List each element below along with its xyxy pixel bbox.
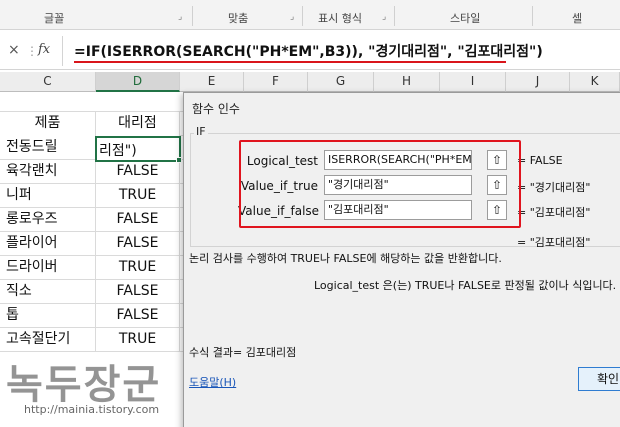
value-if-false-label: Value_if_false xyxy=(238,204,320,218)
formula-bar: × ⋮ fx =IF(ISERROR(SEARCH("PH*EM",B3)), … xyxy=(0,32,620,70)
ribbon-separator xyxy=(192,6,193,26)
function-description: 논리 검사를 수행하여 TRUE나 FALSE에 해당하는 값을 반환합니다. xyxy=(189,252,502,265)
agency-cell[interactable]: FALSE xyxy=(96,208,180,232)
column-header-f[interactable]: F xyxy=(244,72,308,92)
column-header-j[interactable]: J xyxy=(506,72,570,92)
table-row: 플라이어 FALSE xyxy=(0,232,183,256)
blank-row[interactable] xyxy=(0,92,183,112)
logical-test-result: = FALSE xyxy=(517,154,563,167)
help-link[interactable]: 도움말(H) xyxy=(189,374,236,390)
cancel-icon[interactable]: × xyxy=(8,42,20,58)
font-dialog-launcher-icon[interactable]: ⌟ xyxy=(178,12,182,22)
value-if-true-label: Value_if_true xyxy=(240,179,318,193)
ribbon-group-labels: 글꼴 ⌟ 맞춤 ⌟ 표시 형식 ⌟ 스타일 셀 xyxy=(0,0,620,30)
number-dialog-launcher-icon[interactable]: ⌟ xyxy=(382,12,386,22)
table-header-row: 제품 대리점 xyxy=(0,112,183,136)
column-header-h[interactable]: H xyxy=(374,72,440,92)
watermark-url: http://mainia.tistory.com xyxy=(24,403,160,416)
product-cell[interactable]: 플라이어 xyxy=(0,232,96,256)
product-cell[interactable]: 드라이버 xyxy=(0,256,96,280)
table-row: 고속절단기 TRUE xyxy=(0,328,183,352)
overall-result: = "김포대리점" xyxy=(517,236,591,249)
agency-cell[interactable]: FALSE xyxy=(96,160,180,184)
table-row: 톱 FALSE xyxy=(0,304,183,328)
collapse-dialog-icon[interactable]: ⇧ xyxy=(487,200,507,220)
ribbon-group-alignment: 맞춤 xyxy=(228,12,249,25)
table-row: 니퍼 TRUE xyxy=(0,184,183,208)
column-header-g[interactable]: G xyxy=(308,72,374,92)
formula-bar-divider xyxy=(62,36,63,66)
ribbon-group-number: 표시 형식 xyxy=(318,12,362,25)
fill-handle[interactable] xyxy=(176,157,182,163)
ribbon-separator xyxy=(394,6,395,26)
table-row: 롱로우즈 FALSE xyxy=(0,208,183,232)
collapse-dialog-icon[interactable]: ⇧ xyxy=(487,175,507,195)
product-cell[interactable]: 육각랜치 xyxy=(0,160,96,184)
product-cell[interactable]: 롱로우즈 xyxy=(0,208,96,232)
column-header-k[interactable]: K xyxy=(570,72,620,92)
header-cell-product[interactable]: 제품 xyxy=(0,112,96,136)
column-header-i[interactable]: I xyxy=(440,72,506,92)
value-if-true-input[interactable]: "경기대리점" xyxy=(324,175,472,195)
function-arguments-dialog: 함수 인수 IF Logical_test ISERROR(SEARCH("PH… xyxy=(183,92,620,427)
ribbon-group-styles: 스타일 xyxy=(450,12,481,25)
agency-cell[interactable]: TRUE xyxy=(96,256,180,280)
agency-cell[interactable]: FALSE xyxy=(96,232,180,256)
product-cell[interactable]: 직소 xyxy=(0,280,96,304)
logical-test-label: Logical_test xyxy=(246,154,318,168)
value-if-true-result: = "경기대리점" xyxy=(517,181,591,194)
agency-cell[interactable]: FALSE xyxy=(96,280,180,304)
ribbon-separator xyxy=(532,6,533,26)
formula-bar-separator: ⋮ xyxy=(26,44,38,58)
ribbon-group-font: 글꼴 xyxy=(44,12,65,25)
dialog-title: 함수 인수 xyxy=(192,102,240,116)
agency-cell[interactable]: TRUE xyxy=(96,328,180,352)
table-row: 드라이버 TRUE xyxy=(0,256,183,280)
value-if-false-input[interactable]: "김포대리점" xyxy=(324,200,472,220)
ribbon-group-cells: 셀 xyxy=(572,12,583,25)
logical-test-input[interactable]: ISERROR(SEARCH("PH*EM",B3) xyxy=(324,150,472,170)
header-cell-agency[interactable]: 대리점 xyxy=(96,112,180,136)
alignment-dialog-launcher-icon[interactable]: ⌟ xyxy=(290,12,294,22)
column-header-d[interactable]: D xyxy=(96,72,180,92)
active-cell-text: 리점") xyxy=(99,143,137,159)
insert-function-icon[interactable]: fx xyxy=(38,42,50,57)
group-label-if: IF xyxy=(194,125,208,138)
formula-result-text: 수식 결과= 김포대리점 xyxy=(189,346,297,359)
product-cell[interactable]: 전동드릴 xyxy=(0,136,96,160)
value-if-false-result: = "김포대리점" xyxy=(517,206,591,219)
column-header-e[interactable]: E xyxy=(180,72,244,92)
ok-button[interactable]: 확인 xyxy=(578,367,620,391)
column-header-c[interactable]: C xyxy=(0,72,96,92)
agency-cell[interactable]: FALSE xyxy=(96,304,180,328)
product-cell[interactable]: 톱 xyxy=(0,304,96,328)
table-row: 직소 FALSE xyxy=(0,280,183,304)
active-cell[interactable]: 리점") xyxy=(95,136,181,162)
argument-help-text: Logical_test 은(는) TRUE나 FALSE로 판정될 값이나 식… xyxy=(314,279,617,292)
agency-cell[interactable]: TRUE xyxy=(96,184,180,208)
collapse-dialog-icon[interactable]: ⇧ xyxy=(487,150,507,170)
product-cell[interactable]: 고속절단기 xyxy=(0,328,96,352)
watermark-text: 녹두장군 xyxy=(6,362,162,408)
formula-input[interactable]: =IF(ISERROR(SEARCH("PH*EM",B3)), "경기대리점"… xyxy=(74,41,543,61)
table-row: 육각랜치 FALSE xyxy=(0,160,183,184)
product-cell[interactable]: 니퍼 xyxy=(0,184,96,208)
formula-red-underline xyxy=(74,61,506,63)
ribbon-separator xyxy=(302,6,303,26)
